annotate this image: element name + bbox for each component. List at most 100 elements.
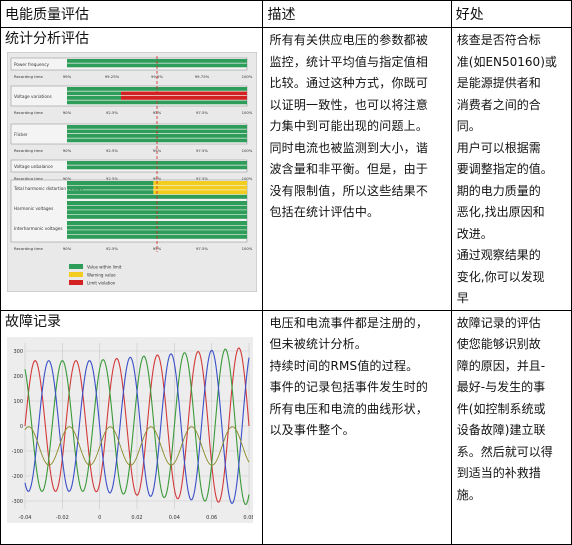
- header-row: 电能质量评估 描述 好处: [0, 0, 572, 28]
- stats-benefit-cell: 核查是否符合标 准(如EN50160)或 是能源提供者和 消费者之间的合 同。 …: [450, 27, 572, 311]
- stats-axis-tick: 90%: [63, 246, 72, 251]
- header-description: 描述: [267, 7, 296, 23]
- stats-axis-tick: 92.5%: [106, 110, 118, 115]
- stats-axis-tick: 100%: [242, 148, 253, 153]
- fault-benefit-line: 使您能够识别故: [456, 337, 541, 351]
- stats-bar-segment: [121, 91, 247, 96]
- stats-desc-line: 比较。通过这种方式，你既可: [269, 76, 429, 90]
- waveform-chart: -0.04 -0.02 0 0.02 0.04 0.06 0.08 300 200 100 0 -10…: [7, 336, 253, 523]
- fault-benefit-line: 障的原因，并且-: [456, 358, 546, 373]
- stats-bar-label: Voltage variations: [14, 94, 52, 99]
- stats-benefit-line: 期的电力质量的: [456, 183, 541, 198]
- stats-bar-label: Interharmonic voltages: [14, 226, 63, 231]
- stats-bar-label: Flicker: [14, 132, 28, 137]
- fault-desc-line: 电压和电流事件都是注册的，: [269, 315, 429, 330]
- waveform-y-tick: -100: [12, 449, 23, 455]
- fault-description: 电压和电流事件都是注册的， 但未被统计分析。 持续时间的RMS值的过程。 事件的…: [263, 311, 450, 442]
- stats-benefit-line: 变化,你可以发现: [456, 269, 545, 284]
- fault-cell: 故障记录 -0.04 -0.02 0 0.02 0.04 0.06 0.08 300 200 10…: [0, 309, 264, 545]
- stats-axis-tick: 92.5%: [106, 246, 118, 251]
- stats-legend-swatch: [69, 264, 83, 269]
- waveform-y-tick: 200: [13, 374, 23, 380]
- stats-benefit-line: 恶化,找出原因和: [456, 205, 545, 219]
- header-cell-evaluation: 电能质量评估: [0, 0, 264, 28]
- stats-axis-caption: Recording time: [14, 74, 43, 79]
- stats-axis-tick: 99.75%: [195, 74, 210, 79]
- stats-benefit-line: 同。: [456, 119, 481, 133]
- stats-benefit-line: 要调整指定的值。: [456, 162, 553, 176]
- stats-legend-label: Value within limit: [87, 265, 122, 270]
- stats-benefit-line: 核查是否符合标: [456, 33, 541, 47]
- waveform-x-tick: 0.08: [243, 515, 253, 521]
- stats-axis-tick: 90%: [63, 148, 72, 153]
- stats-bar-segment: [153, 190, 247, 195]
- fault-benefit-line: 到适当的补救措: [456, 466, 541, 480]
- fault-benefit-line: 设备故障)建立联: [456, 423, 546, 437]
- stats-axis-tick: 100%: [242, 246, 253, 251]
- stats-description: 所有有关供应电压的参数都被 监控，统计平均值与指定值相 比较。通过这种方式，你既…: [263, 28, 450, 224]
- stats-bar-segment: [67, 96, 121, 100]
- stats-bar-segment: [153, 185, 247, 190]
- waveform-x-tick: 0.04: [169, 515, 180, 521]
- fault-benefit-line: 施。: [456, 487, 481, 502]
- row-title-fault: 故障记录: [5, 313, 61, 330]
- stats-desc-line: 没有限制值，所以这些结果不: [269, 183, 429, 198]
- fault-desc-line: 持续时间的RMS值的过程。: [269, 358, 419, 373]
- row-title-statistical: 统计分析评估: [5, 31, 89, 47]
- waveform-y-tick: -200: [12, 474, 23, 480]
- fault-desc-line: 所有电压和电流的曲线形状，: [269, 401, 429, 416]
- waveform-y-tick: 300: [13, 349, 23, 355]
- stats-chart: Power frequency Recording time 99% 99.25% 99…: [7, 52, 257, 292]
- stats-desc-line: 以证明一致性，也可以将注意: [269, 97, 429, 112]
- fault-benefit-line: 故障记录的评估: [456, 315, 541, 330]
- stats-benefit: 核查是否符合标 准(如EN50160)或 是能源提供者和 消费者之间的合 同。 …: [452, 28, 571, 310]
- stats-bar-label: Power frequency: [14, 62, 50, 67]
- fault-benefit-line: 最好-与发生的事: [456, 380, 546, 394]
- stats-axis-tick: 100%: [242, 110, 253, 115]
- stats-bar-segment: [153, 181, 247, 185]
- waveform-x-tick: -0.04: [19, 515, 32, 521]
- stats-legend-label: Limit violation: [87, 281, 116, 286]
- stats-cell: 统计分析评估 Power frequency Recording time 99% 9…: [0, 27, 264, 311]
- stats-bar-segment: [67, 181, 154, 185]
- stats-axis-tick: 97.5%: [196, 110, 208, 115]
- waveform-x-tick: -0.02: [56, 515, 69, 521]
- stats-bar-segment: [67, 185, 154, 190]
- fault-desc-line: 但未被统计分析。: [269, 337, 368, 351]
- fault-benefit-line: 系。然后就可以得: [456, 444, 553, 459]
- stats-axis-caption: Recording time: [14, 148, 43, 153]
- stats-axis-tick: 100%: [242, 74, 253, 79]
- header-benefit: 好处: [455, 7, 484, 23]
- header-evaluation: 电能质量评估: [5, 7, 89, 23]
- stats-axis-tick: 92.5%: [106, 148, 118, 153]
- stats-desc-line: 力集中到可能出现的问题上。: [269, 119, 429, 133]
- stats-desc-line: 包括在统计评估中。: [269, 205, 380, 219]
- stats-desc-line: 波含量和非平衡。但是，由于: [269, 162, 429, 176]
- waveform-x-tick: 0.06: [206, 515, 217, 521]
- fault-desc-line: 以及事件整个。: [269, 423, 355, 437]
- waveform-x-tick: 0.02: [131, 515, 142, 521]
- stats-desc-line: 所有有关供应电压的参数都被: [269, 33, 429, 47]
- stats-axis-caption: Recording time: [14, 246, 43, 251]
- stats-bar-segment: [67, 190, 154, 195]
- stats-benefit-line: 早: [456, 291, 469, 305]
- header-cell-description: 描述: [262, 0, 452, 28]
- header-cell-benefit: 好处: [450, 0, 572, 28]
- stats-axis-tick: 99%: [63, 74, 72, 79]
- stats-bar-segment: [67, 91, 121, 96]
- stats-description-cell: 所有有关供应电压的参数都被 监控，统计平均值与指定值相 比较。通过这种方式，你既…: [262, 27, 452, 311]
- stats-benefit-line: 通过观察结果的: [456, 248, 541, 262]
- waveform-y-tick: -300: [12, 499, 23, 505]
- stats-axis-tick: 97.5%: [196, 148, 208, 153]
- stats-bar-label: Voltage unbalance: [14, 164, 53, 169]
- row-statistical: 统计分析评估 Power frequency Recording time 99% 9…: [0, 27, 572, 311]
- stats-benefit-line: 是能源提供者和: [456, 76, 541, 90]
- stats-benefit-line: 改进。: [456, 226, 493, 241]
- stats-desc-line: 监控，统计平均值与指定值相: [269, 54, 429, 69]
- stats-legend-swatch: [69, 280, 83, 285]
- stats-benefit-line: 用户可以根据需: [456, 140, 541, 155]
- stats-benefit-line: 消费者之间的合: [456, 97, 541, 112]
- fault-benefit: 故障记录的评估 使您能够识别故 障的原因，并且- 最好-与发生的事 件(如控制系…: [452, 311, 571, 507]
- fault-description-cell: 电压和电流事件都是注册的， 但未被统计分析。 持续时间的RMS值的过程。 事件的…: [262, 309, 452, 545]
- waveform-y-tick: 100: [13, 399, 23, 405]
